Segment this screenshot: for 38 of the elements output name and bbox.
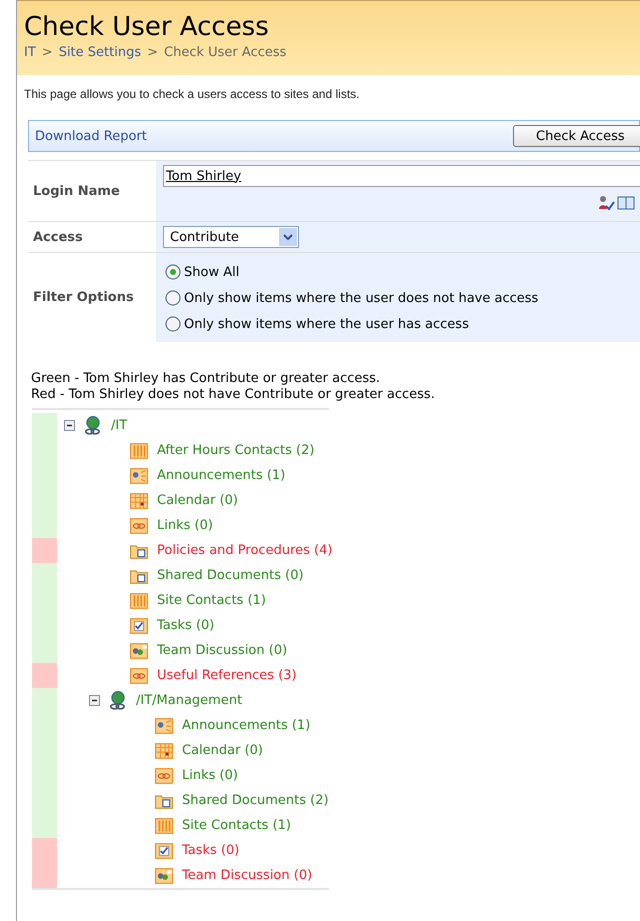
access-dropdown[interactable]: Contribute: [163, 226, 299, 248]
breadcrumb-link[interactable]: IT: [24, 45, 36, 60]
list-name[interactable]: Links (0): [182, 768, 238, 783]
breadcrumb-current: Check User Access: [164, 45, 286, 60]
site-name[interactable]: /IT: [111, 418, 128, 433]
site-name[interactable]: /IT/Management: [136, 693, 242, 708]
page-title: Check User Access: [24, 11, 270, 43]
list-name[interactable]: Site Contacts (1): [157, 593, 266, 608]
radio-label[interactable]: Only show items where the user has access: [184, 316, 469, 332]
list-name[interactable]: Announcements (1): [157, 468, 286, 483]
list-name[interactable]: Announcements (1): [182, 718, 310, 733]
field-label: Access: [32, 228, 84, 246]
login-name-field[interactable]: Tom Shirley: [163, 165, 640, 187]
list-name[interactable]: Team Discussion (0): [182, 868, 312, 883]
list-name[interactable]: Site Contacts (1): [182, 818, 291, 833]
list-name[interactable]: Links (0): [157, 518, 213, 533]
list-name[interactable]: Team Discussion (0): [157, 643, 288, 658]
list-name[interactable]: Useful References (3): [157, 668, 297, 683]
radio-label[interactable]: Show All: [184, 264, 240, 280]
legend-text: Red - Tom Shirley does not have Contribute or greater access.: [31, 387, 436, 403]
check-access-button[interactable]: Check Access: [513, 125, 640, 147]
radio-label[interactable]: Only show items where the user does not have access: [184, 290, 538, 306]
field-label: Login Name: [32, 182, 121, 200]
list-name[interactable]: Tasks (0): [157, 618, 214, 633]
page-description: This page allows you to check a users access to sites and lists.: [23, 86, 360, 101]
list-name[interactable]: Shared Documents (2): [182, 793, 329, 808]
list-name[interactable]: Tasks (0): [182, 843, 240, 858]
download-report-link[interactable]: Download Report: [35, 128, 147, 144]
list-name[interactable]: Shared Documents (0): [157, 568, 304, 583]
breadcrumb-link[interactable]: Site Settings: [58, 45, 142, 60]
breadcrumb-separator: >: [42, 45, 53, 60]
list-name[interactable]: Calendar (0): [182, 743, 264, 758]
legend-text: Green - Tom Shirley has Contribute or greater access.: [31, 371, 382, 387]
list-name[interactable]: Policies and Procedures (4): [157, 543, 332, 558]
field-label: Filter Options: [32, 289, 135, 307]
breadcrumb-separator: >: [147, 45, 158, 60]
list-name[interactable]: Calendar (0): [157, 493, 238, 508]
list-name[interactable]: After Hours Contacts (2): [157, 443, 314, 458]
